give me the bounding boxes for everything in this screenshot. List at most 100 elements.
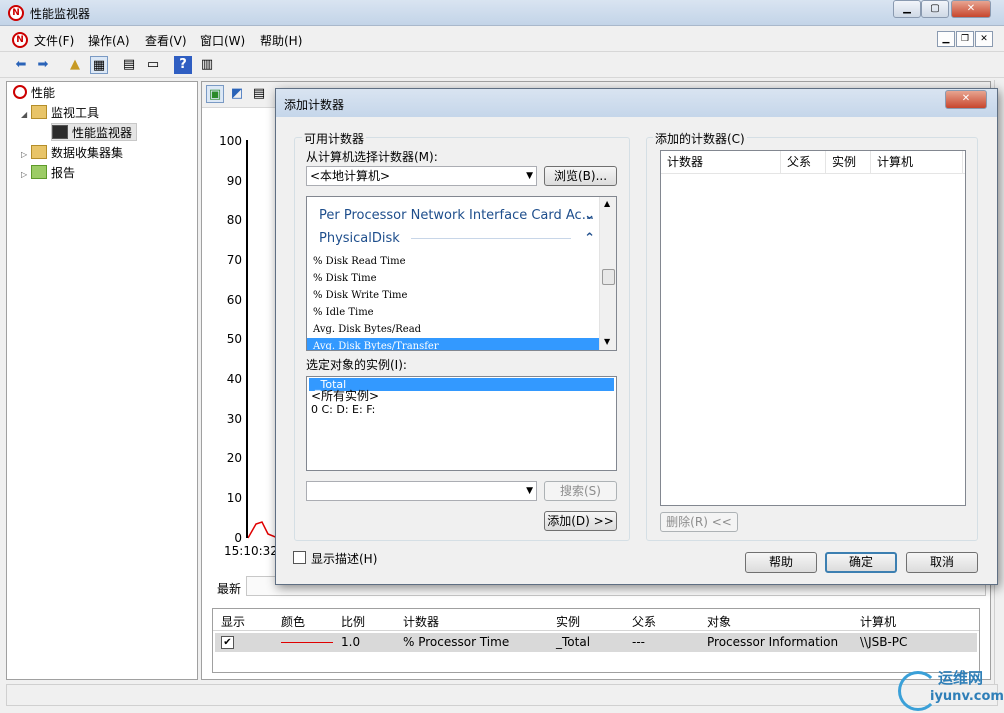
- expanded-arrow-icon[interactable]: ◢: [21, 106, 31, 124]
- chevron-down-icon[interactable]: ▼: [526, 482, 533, 500]
- col-counter[interactable]: 计数器: [403, 613, 439, 630]
- mdi-minimize-button[interactable]: ▁: [937, 31, 955, 47]
- chevron-down-icon[interactable]: ▼: [526, 167, 533, 185]
- scroll-up-icon[interactable]: ▲: [604, 199, 610, 208]
- expand-chevron-icon[interactable]: ⌄: [584, 204, 595, 227]
- computer-value: \\JSB-PC: [860, 635, 908, 649]
- chart-icon[interactable]: ▤: [250, 85, 268, 103]
- show-description-label: 显示描述(H): [311, 552, 378, 566]
- collapse-chevron-icon[interactable]: ⌃: [584, 227, 595, 250]
- instances-label: 选定对象的实例(I):: [306, 358, 407, 372]
- collapsed-arrow-icon[interactable]: ▷: [21, 166, 31, 184]
- col-scale[interactable]: 比例: [341, 613, 365, 630]
- latest-label: 最新: [217, 582, 242, 596]
- added-counters-list[interactable]: 计数器 父系 实例 计算机: [660, 150, 966, 506]
- scroll-down-icon[interactable]: ▼: [604, 337, 610, 346]
- help-icon[interactable]: ?: [174, 56, 192, 74]
- show-description-checkbox[interactable]: [293, 551, 306, 564]
- available-counters-label: 可用计数器: [302, 130, 367, 147]
- list-item[interactable]: % Disk Write Time: [307, 287, 599, 304]
- list-item[interactable]: <所有实例>: [309, 390, 379, 403]
- list-item[interactable]: 0 C: D: E: F:: [309, 403, 375, 416]
- col-color[interactable]: 颜色: [281, 613, 305, 630]
- tree-item-performance[interactable]: 性能: [13, 84, 55, 102]
- forward-icon[interactable]: ➡: [34, 56, 52, 74]
- tree-item-performance-monitor[interactable]: 性能监视器: [51, 123, 138, 141]
- menu-action[interactable]: 操作(A): [88, 32, 130, 49]
- tree-item-monitoring-tools[interactable]: ◢ 监视工具: [21, 104, 99, 122]
- tree-item-data-collector-sets[interactable]: ▷ 数据收集器集: [21, 144, 123, 162]
- computer-combobox[interactable]: <本地计算机> ▼: [306, 166, 537, 186]
- object-row-physicaldisk[interactable]: PhysicalDisk ⌃: [307, 227, 599, 250]
- show-hide-tree-icon[interactable]: ▦: [90, 56, 108, 74]
- col-parent[interactable]: 父系: [632, 613, 656, 630]
- menu-help[interactable]: 帮助(H): [260, 32, 302, 49]
- table-row[interactable]: ✔ 1.0 % Processor Time _Total --- Proces…: [215, 633, 977, 652]
- y-tick-20: 20: [226, 451, 242, 465]
- browse-button[interactable]: 浏览(B)...: [544, 166, 617, 186]
- folder-icon: [31, 145, 47, 159]
- close-button[interactable]: ✕: [951, 0, 991, 18]
- print-icon[interactable]: ▭: [144, 56, 162, 74]
- maximize-button[interactable]: ▢: [921, 0, 949, 18]
- col-added-computer[interactable]: 计算机: [871, 151, 963, 173]
- minimize-button[interactable]: ▁: [893, 0, 921, 18]
- list-item[interactable]: % Disk Time: [307, 270, 599, 287]
- col-computer[interactable]: 计算机: [860, 613, 896, 630]
- back-icon[interactable]: ⬅: [12, 56, 30, 74]
- toolbar: ⬅ ➡ ▲ ▦ ▤ ▭ ? ▥: [0, 52, 1004, 78]
- view-graph-icon[interactable]: ▣: [206, 85, 224, 103]
- console-icon[interactable]: ▥: [198, 56, 216, 74]
- menu-window[interactable]: 窗口(W): [200, 32, 245, 49]
- folder-up-icon[interactable]: ▲: [66, 56, 84, 74]
- remove-button[interactable]: 删除(R) <<: [660, 512, 738, 532]
- dialog-title-bar: 添加计数器 ✕: [276, 89, 997, 117]
- show-checkbox[interactable]: ✔: [221, 636, 234, 649]
- col-added-counter[interactable]: 计数器: [661, 151, 781, 173]
- list-item[interactable]: % Disk Read Time: [307, 253, 599, 270]
- ok-button[interactable]: 确定: [825, 552, 897, 573]
- object-divider: [411, 238, 571, 239]
- object-row-network-card[interactable]: Per Processor Network Interface Card Ac.…: [307, 204, 599, 227]
- parent-value: ---: [632, 635, 645, 649]
- x-axis-start-time: 15:10:32: [224, 544, 278, 558]
- main-title-bar: N 性能监视器 ▁ ▢ ✕: [0, 0, 1004, 26]
- scroll-thumb[interactable]: [602, 269, 615, 285]
- col-added-instance[interactable]: 实例: [826, 151, 871, 173]
- mdi-restore-button[interactable]: ❐: [956, 31, 974, 47]
- counters-listbox[interactable]: Per Processor Network Interface Card Ac.…: [306, 196, 617, 351]
- mmc-icon: N: [12, 32, 28, 48]
- search-button[interactable]: 搜索(S): [544, 481, 617, 501]
- counters-scrollbar[interactable]: ▲ ▼: [599, 197, 616, 350]
- counter-trace-line: [248, 521, 278, 539]
- help-button[interactable]: 帮助: [745, 552, 817, 573]
- object-value: Processor Information: [707, 635, 839, 649]
- menu-view[interactable]: 查看(V): [145, 32, 187, 49]
- window-title: 性能监视器: [30, 7, 91, 21]
- menu-file[interactable]: 文件(F): [34, 32, 74, 49]
- y-axis-line: [246, 140, 248, 538]
- dialog-close-button[interactable]: ✕: [945, 90, 987, 109]
- col-added-parent[interactable]: 父系: [781, 151, 826, 173]
- change-graph-type-icon[interactable]: ◩: [228, 85, 246, 103]
- mdi-close-button[interactable]: ✕: [975, 31, 993, 47]
- add-button[interactable]: 添加(D) >>: [544, 511, 617, 531]
- list-item-selected[interactable]: Avg. Disk Bytes/Transfer: [307, 338, 599, 350]
- counters-table: 显示 颜色 比例 计数器 实例 父系 对象 计算机 ✔ 1.0 % Proces…: [212, 608, 980, 673]
- y-tick-70: 70: [226, 253, 242, 267]
- col-object[interactable]: 对象: [707, 613, 731, 630]
- perfmon-app-icon: N: [8, 5, 24, 21]
- tree-item-reports[interactable]: ▷ 报告: [21, 164, 75, 182]
- instance-value: _Total: [556, 635, 591, 649]
- folder-icon: [31, 105, 47, 119]
- list-item[interactable]: Avg. Disk Bytes/Read: [307, 321, 599, 338]
- list-item[interactable]: % Idle Time: [307, 304, 599, 321]
- status-bar: [6, 684, 998, 706]
- collapsed-arrow-icon[interactable]: ▷: [21, 146, 31, 164]
- cancel-button[interactable]: 取消: [906, 552, 978, 573]
- col-instance[interactable]: 实例: [556, 613, 580, 630]
- instances-listbox[interactable]: _Total <所有实例> 0 C: D: E: F:: [306, 376, 617, 471]
- col-show[interactable]: 显示: [221, 613, 245, 630]
- properties-icon[interactable]: ▤: [120, 56, 138, 74]
- search-combobox[interactable]: ▼: [306, 481, 537, 501]
